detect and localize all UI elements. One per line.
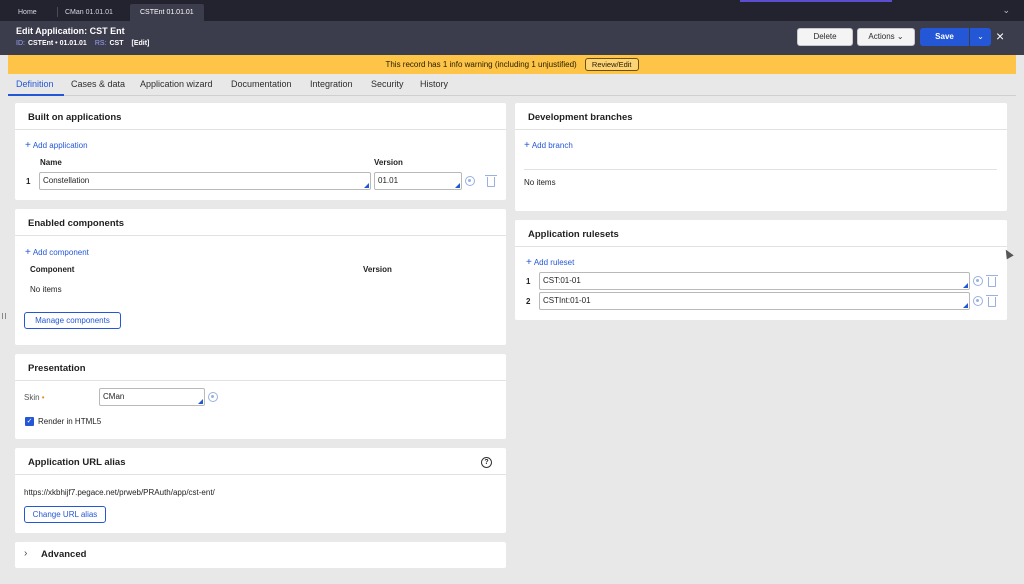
plus-icon: +: [524, 140, 530, 151]
application-rulesets-panel: Application rulesets + Add ruleset 1 CST:…: [515, 220, 1007, 320]
skin-input[interactable]: CMan: [99, 388, 205, 406]
save-options-button[interactable]: ⌄: [970, 28, 991, 46]
record-meta: ID: CSTEnt • 01.01.01 RS: CST [Edit]: [16, 40, 149, 47]
empty-state-text: No items: [30, 285, 62, 294]
divider: [15, 129, 506, 130]
id-label: ID:: [16, 40, 25, 47]
trash-icon[interactable]: [485, 175, 497, 187]
save-button[interactable]: Save: [920, 28, 969, 46]
warning-banner: This record has 1 info warning (includin…: [8, 55, 1016, 74]
panel-title: Application URL alias: [28, 457, 126, 468]
help-icon[interactable]: ?: [481, 457, 492, 468]
add-ruleset-label: Add ruleset: [533, 258, 575, 267]
application-version-input[interactable]: 01.01: [374, 172, 462, 190]
ruleset-input[interactable]: CSTInt:01-01: [539, 292, 970, 310]
resize-handle[interactable]: [2, 313, 6, 319]
chevron-down-icon: ⌄: [896, 32, 904, 41]
add-application-link[interactable]: + Add application: [25, 140, 88, 151]
column-header-component: Component: [30, 265, 75, 274]
skin-label: Skin •: [24, 393, 45, 402]
chevron-right-icon[interactable]: ›: [24, 548, 27, 559]
manage-components-button[interactable]: Manage components: [24, 312, 121, 329]
trash-icon[interactable]: [986, 295, 998, 307]
gear-icon[interactable]: [973, 296, 983, 306]
tab-security[interactable]: Security: [371, 79, 404, 89]
panel-title: Presentation: [28, 363, 86, 374]
actions-button[interactable]: Actions ⌄: [857, 28, 915, 46]
page-title: Edit Application: CST Ent: [16, 26, 125, 36]
enabled-components-panel: Enabled components + Add component Compon…: [15, 209, 506, 345]
tab-documentation[interactable]: Documentation: [231, 79, 292, 89]
divider: [15, 380, 506, 381]
tab-integration[interactable]: Integration: [310, 79, 353, 89]
trash-icon[interactable]: [986, 275, 998, 287]
divider: [524, 169, 997, 170]
divider: [515, 246, 1007, 247]
tab-definition[interactable]: Definition: [16, 79, 54, 89]
chevron-down-icon: ⌄: [977, 32, 984, 41]
skin-label-text: Skin: [24, 393, 40, 402]
empty-state-text: No items: [524, 178, 556, 187]
warning-text: This record has 1 info warning (includin…: [385, 60, 577, 69]
panel-title[interactable]: Advanced: [41, 549, 86, 560]
row-number: 2: [526, 297, 531, 306]
add-branch-label: Add branch: [531, 141, 573, 150]
review-edit-button[interactable]: Review/Edit: [584, 58, 639, 71]
tab-cases-data[interactable]: Cases & data: [71, 79, 125, 89]
column-header-version: Version: [363, 265, 392, 274]
add-branch-link[interactable]: + Add branch: [524, 140, 573, 151]
window-tab-cman[interactable]: CMan 01.01.01: [55, 4, 123, 21]
url-alias-value: https://xkbhijf7.pegace.net/prweb/PRAuth…: [24, 488, 215, 497]
row-number: 1: [526, 277, 531, 286]
divider: [515, 129, 1007, 130]
column-header-name: Name: [40, 158, 62, 167]
panel-title: Application rulesets: [528, 229, 619, 240]
panel-title: Development branches: [528, 112, 633, 123]
panel-title: Built on applications: [28, 112, 122, 123]
rs-value: CST: [109, 40, 124, 47]
gear-icon[interactable]: [973, 276, 983, 286]
record-header: Edit Application: CST Ent ID: CSTEnt • 01…: [0, 21, 1024, 55]
built-on-applications-panel: Built on applications + Add application N…: [15, 103, 506, 200]
add-ruleset-link[interactable]: + Add ruleset: [526, 257, 574, 268]
gear-icon[interactable]: [208, 392, 218, 402]
chevron-down-icon[interactable]: ⌄: [1002, 5, 1010, 16]
active-tab-indicator: [8, 94, 64, 96]
add-component-link[interactable]: + Add component: [25, 247, 89, 258]
required-indicator: •: [41, 393, 45, 402]
panel-title: Enabled components: [28, 218, 125, 229]
change-url-alias-button[interactable]: Change URL alias: [24, 506, 106, 523]
render-html5-label: Render in HTML5: [38, 417, 102, 426]
tab-history[interactable]: History: [420, 79, 448, 89]
column-header-version: Version: [374, 158, 403, 167]
rs-label: RS:: [94, 40, 107, 47]
gear-icon[interactable]: [465, 176, 475, 186]
plus-icon: +: [526, 257, 532, 268]
window-tab-home[interactable]: Home: [8, 4, 47, 21]
edit-ruleset-link[interactable]: [Edit]: [132, 40, 150, 47]
presentation-panel: Presentation Skin • CMan ✓ Render in HTM…: [15, 354, 506, 439]
divider: [15, 235, 506, 236]
advanced-panel[interactable]: › Advanced: [15, 542, 506, 568]
close-icon[interactable]: ×: [996, 29, 1004, 43]
window-tab-cstent[interactable]: CSTEnt 01.01.01: [130, 4, 204, 21]
render-html5-checkbox[interactable]: ✓: [25, 417, 34, 426]
delete-button[interactable]: Delete: [797, 28, 853, 46]
development-branches-panel: Development branches + Add branch No item…: [515, 103, 1007, 211]
top-accent-bar: [740, 0, 892, 2]
add-component-label: Add component: [32, 248, 89, 257]
add-application-label: Add application: [32, 141, 88, 150]
id-value: CSTEnt • 01.01.01: [27, 40, 87, 47]
application-url-alias-panel: Application URL alias ? https://xkbhijf7…: [15, 448, 506, 533]
application-name-input[interactable]: Constellation: [39, 172, 371, 190]
plus-icon: +: [25, 247, 31, 258]
row-number: 1: [26, 177, 31, 186]
record-tabs: Definition Cases & data Application wiza…: [8, 76, 1016, 96]
window-tab-bar: Home CMan 01.01.01 CSTEnt 01.01.01 ⌄: [0, 0, 1024, 21]
plus-icon: +: [25, 140, 31, 151]
ruleset-input[interactable]: CST:01-01: [539, 272, 970, 290]
tab-application-wizard[interactable]: Application wizard: [140, 79, 213, 89]
actions-label: Actions: [868, 32, 895, 41]
divider: [15, 474, 506, 475]
